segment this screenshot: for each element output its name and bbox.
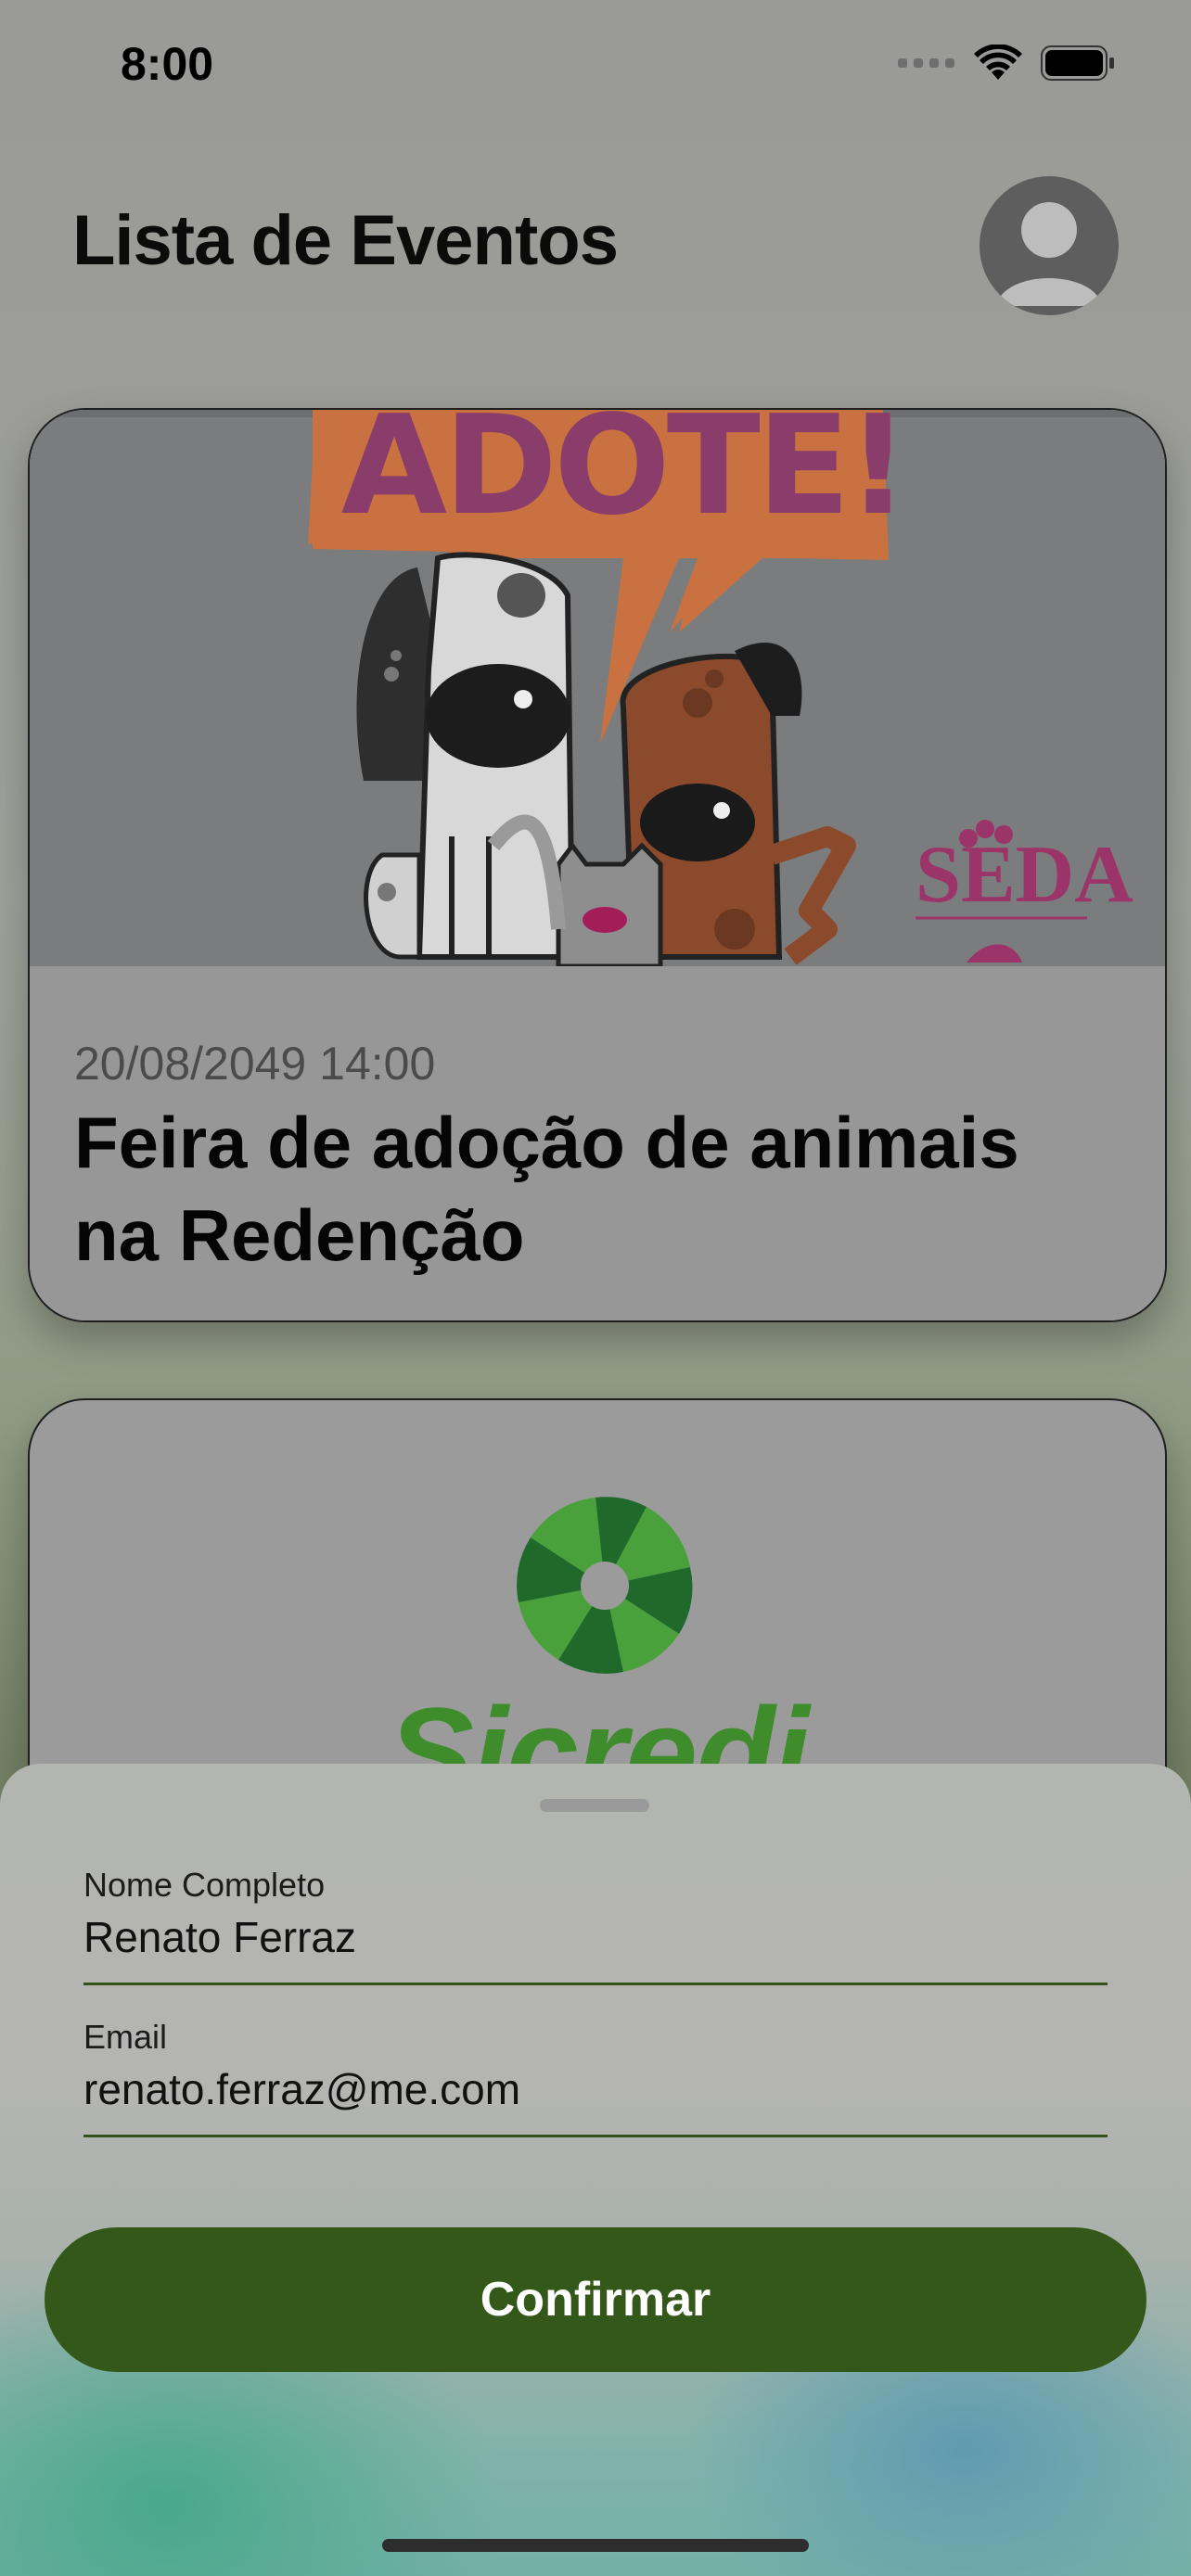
person-icon	[996, 202, 1102, 306]
status-icons	[898, 45, 1115, 82]
event-title: Feira de adoção de animais na Redenção	[74, 1102, 1019, 1276]
name-field-underline	[83, 1983, 1108, 1985]
battery-icon	[1041, 45, 1114, 81]
status-time: 8:00	[121, 38, 214, 90]
cellular-signal-icon	[898, 58, 954, 68]
email-field[interactable]: renato.ferraz@me.com	[83, 2064, 520, 2114]
event-date: 20/08/2049 14:00	[74, 1038, 436, 1090]
registration-sheet: Nome Completo Renato Ferraz Email renato…	[0, 1764, 1191, 2576]
profile-avatar-button[interactable]	[980, 176, 1119, 315]
seda-logo-text: SEDA	[916, 830, 1133, 920]
sheet-grabber[interactable]	[540, 1799, 649, 1812]
event-info: 20/08/2049 14:00 Feira de adoção de anim…	[30, 966, 1165, 1320]
wifi-icon	[974, 45, 1022, 80]
confirm-button[interactable]: Confirmar	[45, 2227, 1146, 2372]
page-title: Lista de Eventos	[72, 201, 619, 280]
poster-headline: ADOTE!	[340, 410, 910, 545]
event-card[interactable]: SEDA ADOTE! 20/08/2049 14:00 Feira de ad…	[28, 408, 1167, 1322]
home-indicator[interactable]	[382, 2539, 809, 2552]
event-image: SEDA ADOTE!	[30, 410, 1165, 966]
screen: 8:00 Lista de Eventos SEDA ADOTE! 20/08/…	[0, 0, 1191, 2576]
email-field-underline	[83, 2135, 1108, 2137]
email-field-label: Email	[83, 2018, 168, 2056]
name-field[interactable]: Renato Ferraz	[83, 1912, 356, 1962]
name-field-label: Nome Completo	[83, 1866, 326, 1904]
